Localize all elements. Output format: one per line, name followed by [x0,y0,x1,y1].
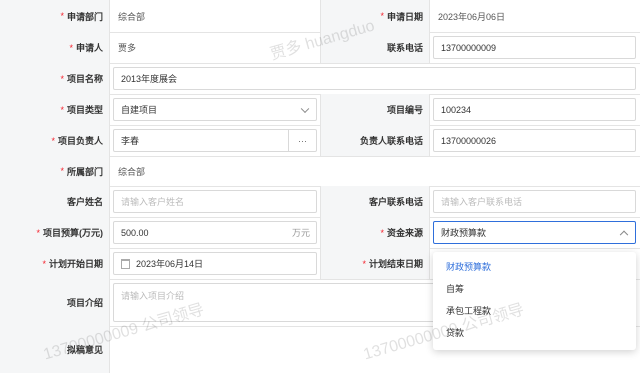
field-label: 拟稿意见 [0,326,110,373]
project-name-input[interactable]: 2013年度展会 [113,67,636,90]
field-label: 联系电话 [320,32,430,63]
field-label: 负责人联系电话 [320,125,430,156]
form-row: * 项目名称 2013年度展会 [0,63,640,95]
field-label: * 计划结束日期 [320,248,430,279]
apply-date-value: 2023年06月06日 [438,11,506,22]
form-row: 客户姓名 请输入客户姓名 客户联系电话 请输入客户联系电话 [0,186,640,218]
field-label: * 所属部门 [0,156,110,186]
field-label: * 项目预算(万元) [0,217,110,248]
fund-source-select[interactable]: 财政预算款 [433,221,636,244]
project-application-form: * 申请部门 综合部 * 申请日期 2023年06月06日 * 申请人 贾多 联系电话… [0,0,640,373]
dropdown-option[interactable]: 财政预算款 [433,256,636,276]
project-type-select[interactable]: 自建项目 [113,98,317,121]
dropdown-option[interactable]: 承包工程款 [433,300,636,320]
calendar-icon [121,258,130,269]
dept-value: 综合部 [118,11,146,22]
field-label: * 项目名称 [0,63,110,94]
form-row: * 申请人 贾多 联系电话 13700000009 [0,32,640,64]
budget-unit: 万元 [291,228,310,238]
field-label: * 计划开始日期 [0,248,110,279]
field-label: 客户联系电话 [320,186,430,217]
owner-phone-input[interactable]: 13700000026 [433,129,636,152]
project-no-input[interactable]: 100234 [433,98,636,121]
phone-input[interactable]: 13700000009 [433,36,636,59]
dropdown-option[interactable]: 贷款 [433,322,636,342]
chevron-up-icon [619,230,629,239]
field-label: * 项目负责人 [0,125,110,156]
form-row: * 项目负责人 李春 ··· 负责人联系电话 13700000026 [0,125,640,157]
form-row: * 申请部门 综合部 * 申请日期 2023年06月06日 [0,0,640,33]
field-label: * 申请部门 [0,0,110,32]
form-row: * 项目预算(万元) 500.00 万元 * 资金来源 财政预算款 [0,217,640,249]
fund-source-dropdown: 财政预算款 自筹 承包工程款 贷款 [433,252,636,350]
field-label: 客户姓名 [0,186,110,217]
owner-dept-value: 综合部 [118,166,146,177]
form-row: * 所属部门 综合部 [0,156,640,187]
owner-input[interactable]: 李春 ··· [113,129,317,152]
dropdown-option[interactable]: 自筹 [433,278,636,298]
budget-input[interactable]: 500.00 万元 [113,221,317,244]
field-label: 项目编号 [320,94,430,125]
field-label: * 项目类型 [0,94,110,125]
chevron-down-icon [300,104,310,113]
form-row: * 项目类型 自建项目 项目编号 100234 [0,94,640,126]
applicant-value: 贾多 [118,43,137,53]
customer-phone-input[interactable]: 请输入客户联系电话 [433,190,636,213]
field-label: * 资金来源 [320,217,430,248]
customer-name-input[interactable]: 请输入客户姓名 [113,190,317,213]
owner-picker-button[interactable]: ··· [288,130,316,151]
field-label: * 申请人 [0,32,110,63]
field-label: * 申请日期 [320,0,430,32]
start-date-picker[interactable]: 2023年06月14日 [113,252,317,275]
field-label: 项目介绍 [0,279,110,326]
